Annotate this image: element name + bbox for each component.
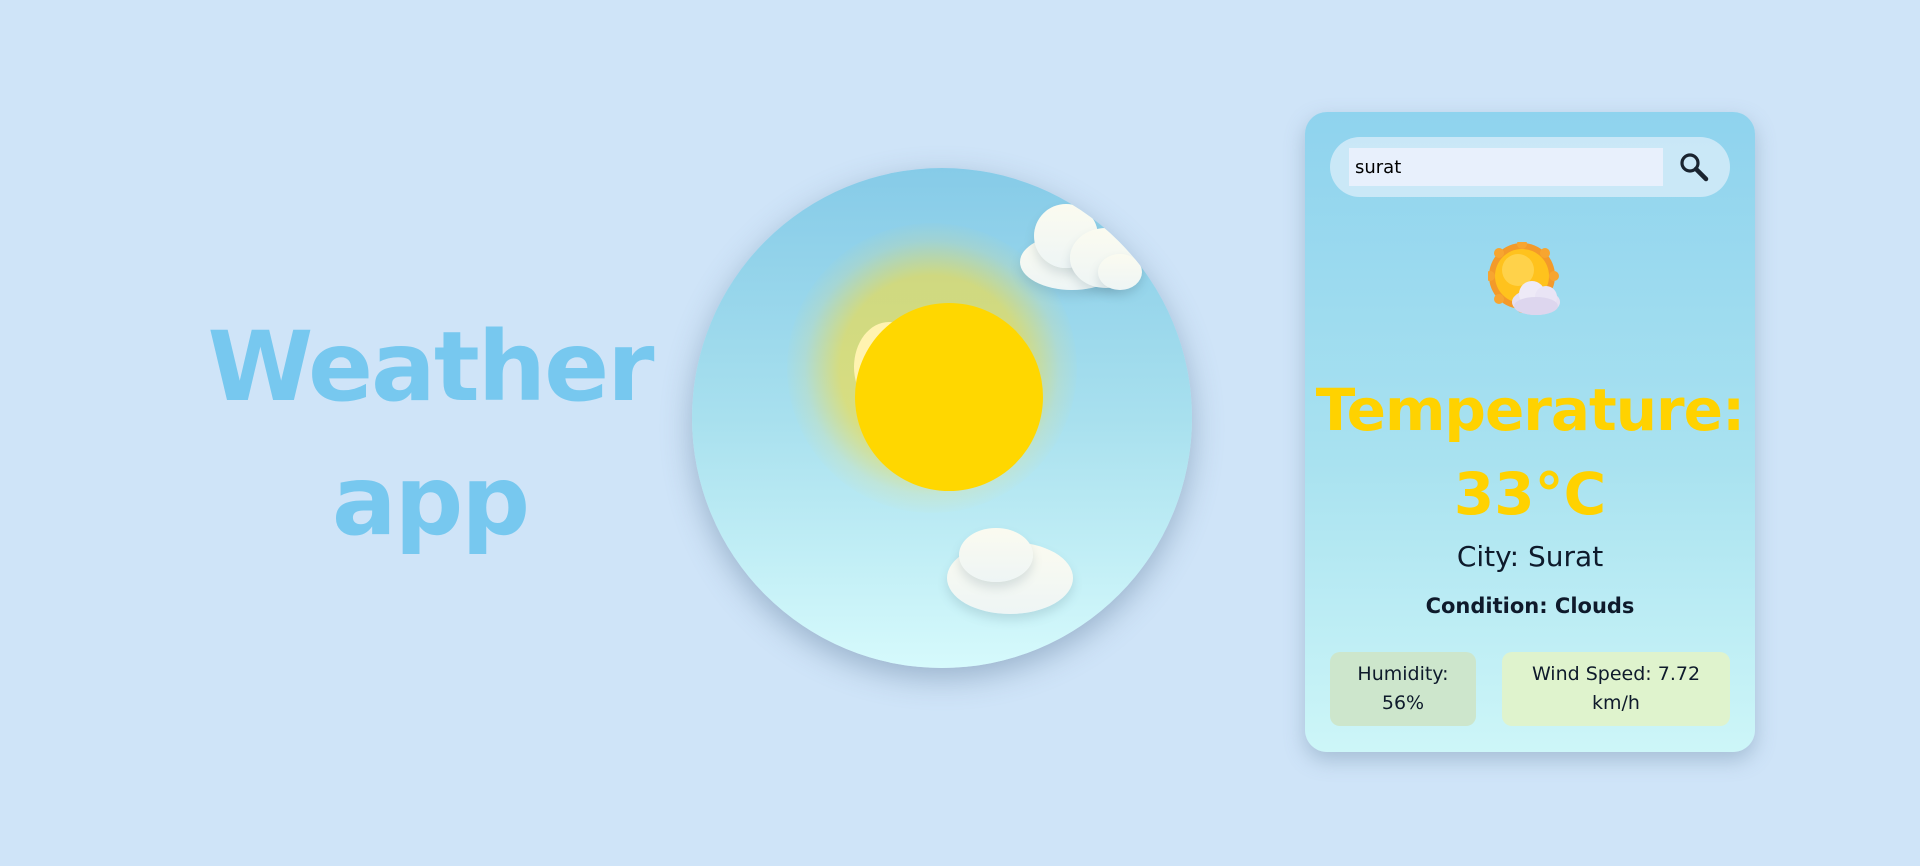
search-icon: [1680, 153, 1709, 182]
search-bar: [1330, 137, 1730, 197]
temperature-label: Temperature:: [1315, 376, 1745, 444]
weather-app-page: Weather app surat Temperature: 33°C City…: [0, 0, 1920, 866]
cloud-bottom-icon: [947, 528, 1077, 618]
search-button[interactable]: [1676, 149, 1712, 185]
city-label: City: Surat: [1456, 540, 1604, 573]
search-input[interactable]: [1349, 148, 1663, 186]
sun-illustration: [692, 168, 1192, 668]
humidity-text: Humidity: 56%: [1357, 663, 1449, 714]
sun-behind-cloud-icon: [1485, 239, 1568, 322]
cloud-top-right-icon: [1020, 204, 1150, 294]
app-title-line2: app: [331, 445, 530, 557]
temperature-value: 33°C: [1453, 460, 1607, 528]
sun-icon: [855, 303, 1043, 491]
humidity-box: Humidity: 56%: [1330, 652, 1476, 726]
wind-speed-box: Wind Speed: 7.72 km/h: [1502, 652, 1730, 726]
condition-label: Condition: Clouds: [1425, 594, 1635, 618]
weather-card: Temperature: 33°C City: Surat Condition:…: [1305, 112, 1755, 752]
app-title-line1: Weather: [207, 311, 654, 423]
wind-speed-text: Wind Speed: 7.72 km/h: [1531, 663, 1701, 714]
app-title: Weather app: [180, 300, 680, 568]
